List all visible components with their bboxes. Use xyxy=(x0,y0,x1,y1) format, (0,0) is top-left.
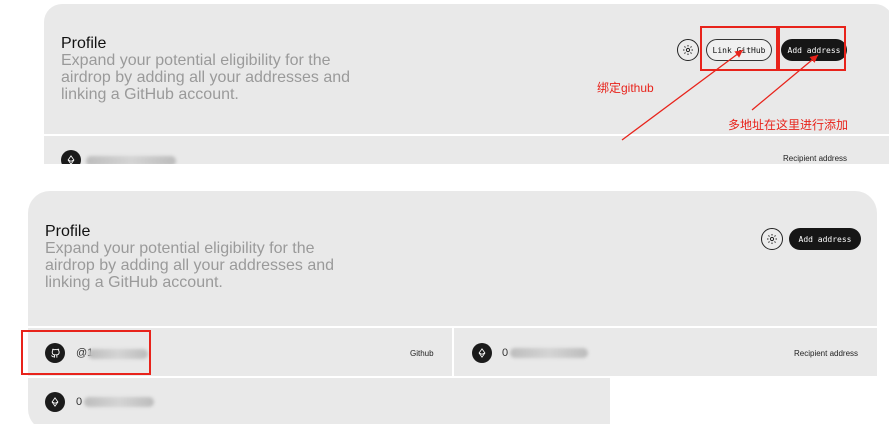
add-address-button[interactable]: Add address xyxy=(789,228,861,250)
recipient-address-label: Recipient address xyxy=(794,349,859,358)
wallet-avatar xyxy=(472,343,492,363)
github-tag: Github xyxy=(410,349,434,358)
address-text: 0 xyxy=(502,347,509,359)
github-row-highlight xyxy=(21,330,151,375)
settings-button[interactable] xyxy=(761,228,783,250)
cover-box xyxy=(610,378,889,424)
profile-title: Profile xyxy=(45,223,91,240)
ethereum-icon xyxy=(478,348,486,358)
profile-description: Expand your potential eligibility for th… xyxy=(45,240,335,291)
ethereum-icon xyxy=(51,397,59,407)
redacted-address xyxy=(84,397,154,407)
wallet-avatar xyxy=(45,392,65,412)
gear-icon xyxy=(767,234,777,244)
address-text: 0 xyxy=(76,396,83,408)
redacted-address xyxy=(510,348,588,358)
column-divider xyxy=(452,327,454,377)
